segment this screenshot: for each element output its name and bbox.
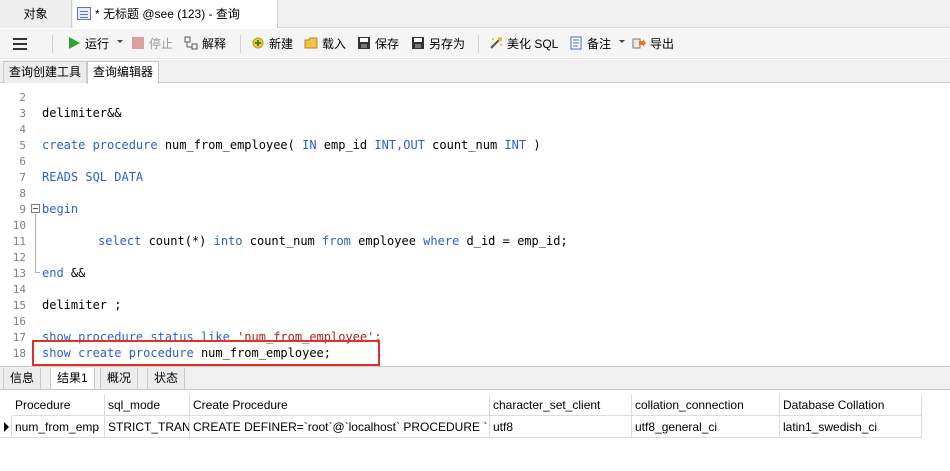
caret-down-icon <box>116 37 124 51</box>
line-number: 12 <box>12 251 26 264</box>
explain-icon <box>184 31 198 50</box>
tab-query-builder[interactable]: 查询创建工具 <box>3 61 88 83</box>
code-line-7: READS SQL DATA <box>42 170 144 184</box>
column-header[interactable]: collation_connection <box>632 394 780 416</box>
highlight-annotation-box <box>32 340 380 366</box>
line-number-gutter: 2 3 4 5 6 7 8 9 10 11 12 13 14 15 16 17 … <box>0 84 30 366</box>
document-tab-bar: 对象 * 无标题 @see (123) - 查询 <box>0 0 950 28</box>
tab-query-editor[interactable]: 查询编辑器 <box>87 61 160 84</box>
code-line-11: select count(*) into count_num from empl… <box>98 234 568 248</box>
stop-button[interactable]: 停止 <box>131 29 173 59</box>
save-icon <box>357 31 371 49</box>
column-header[interactable]: character_set_client <box>490 394 632 416</box>
column-header[interactable]: Create Procedure <box>190 394 490 416</box>
new-button[interactable]: 新建 <box>251 29 293 59</box>
new-query-icon <box>251 31 265 49</box>
line-number: 13 <box>12 267 26 280</box>
export-icon <box>632 31 646 49</box>
menu-button[interactable] <box>13 29 29 59</box>
column-header[interactable]: Database Collation <box>780 394 922 416</box>
comment-dropdown-button[interactable] <box>618 29 626 59</box>
note-icon <box>569 31 583 50</box>
line-number: 5 <box>19 139 26 152</box>
tab-result-1[interactable]: 结果1 <box>50 368 95 390</box>
line-number: 8 <box>19 187 26 200</box>
table-cell[interactable]: utf8_general_ci <box>632 416 780 438</box>
run-dropdown-button[interactable] <box>116 29 124 59</box>
save-button[interactable]: 保存 <box>357 29 399 59</box>
sql-editor[interactable]: 2 3 4 5 6 7 8 9 10 11 12 13 14 15 16 17 … <box>0 84 950 366</box>
play-icon <box>67 31 81 49</box>
query-table-icon <box>77 7 91 20</box>
line-number: 4 <box>19 123 26 136</box>
load-button[interactable]: 载入 <box>304 29 346 59</box>
result-panel-tabs: 信息 结果1 概况 状态 <box>0 366 950 390</box>
export-button[interactable]: 导出 <box>632 29 674 59</box>
line-number: 7 <box>19 171 26 184</box>
result-grid[interactable]: Procedure sql_mode Create Procedure char… <box>0 391 950 471</box>
column-header[interactable]: Procedure <box>12 394 105 416</box>
table-cell[interactable]: num_from_emp <box>12 416 105 438</box>
line-number: 6 <box>19 155 26 168</box>
table-cell[interactable]: STRICT_TRANS <box>105 416 190 438</box>
code-line-9: begin <box>42 202 79 216</box>
line-number: 16 <box>12 315 26 328</box>
table-cell[interactable]: latin1_swedish_ci <box>780 416 922 438</box>
current-row-indicator-icon <box>0 416 12 438</box>
line-number: 17 <box>12 331 26 344</box>
code-line-5: create procedure num_from_employee( IN e… <box>42 138 541 152</box>
tab-info[interactable]: 信息 <box>3 368 42 390</box>
tab-objects-label: 对象 <box>23 7 48 21</box>
magic-wand-icon <box>489 31 503 49</box>
code-line-13: end && <box>42 266 86 280</box>
line-number: 11 <box>12 235 26 248</box>
toolbar: 运行 停止 解释 新建 载入 保存 另存为 美化 SQL 备注 导出 <box>0 29 950 59</box>
line-number: 2 <box>19 91 26 104</box>
line-number: 15 <box>12 299 26 312</box>
fold-collapse-icon[interactable] <box>31 204 40 213</box>
caret-down-icon <box>618 37 626 51</box>
line-number: 10 <box>12 219 26 232</box>
table-cell[interactable]: CREATE DEFINER=`root`@`localhost` PROCED… <box>190 416 490 438</box>
column-header[interactable]: sql_mode <box>105 394 190 416</box>
explain-button[interactable]: 解释 <box>184 29 226 59</box>
tab-overview[interactable]: 概况 <box>100 368 139 390</box>
table-cell[interactable]: utf8 <box>490 416 632 438</box>
stop-icon <box>131 31 145 49</box>
line-number: 9 <box>19 203 26 216</box>
tab-status[interactable]: 状态 <box>147 368 186 390</box>
line-number: 3 <box>19 107 26 120</box>
editor-mode-tabs: 查询创建工具 查询编辑器 <box>0 60 950 84</box>
beautify-sql-button[interactable]: 美化 SQL <box>489 29 558 59</box>
fold-guide-end <box>35 272 40 273</box>
code-line-15: delimiter ; <box>42 298 122 312</box>
code-line-3: delimiter&& <box>42 106 122 120</box>
line-number: 18 <box>12 347 26 360</box>
tab-query-label: * 无标题 @see (123) - 查询 <box>95 7 240 21</box>
line-number: 14 <box>12 283 26 296</box>
fold-guide <box>35 214 36 272</box>
tab-query[interactable]: * 无标题 @see (123) - 查询 <box>73 0 278 28</box>
comment-button[interactable]: 备注 <box>569 29 611 59</box>
folder-icon <box>304 31 318 49</box>
save-as-icon <box>411 31 425 49</box>
tab-objects[interactable]: 对象 <box>0 0 72 28</box>
run-button[interactable]: 运行 <box>67 29 109 59</box>
save-as-button[interactable]: 另存为 <box>411 29 465 59</box>
